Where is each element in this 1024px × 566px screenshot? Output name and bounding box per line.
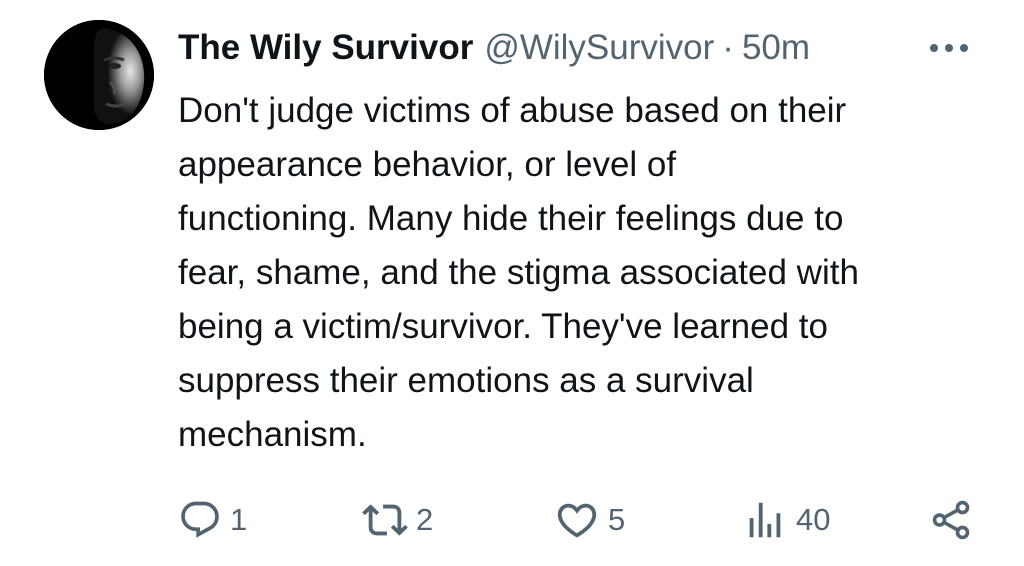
share-button[interactable] [928,492,974,548]
share-icon [928,497,974,543]
separator-dot: · [722,28,734,67]
like-button[interactable]: 5 [554,492,625,548]
reply-count: 1 [230,502,248,537]
reply-button[interactable]: 1 [178,492,247,548]
views-count: 40 [796,502,831,537]
views-bar-chart-icon [742,497,788,543]
tweet-header: The Wily Survivor @WilySurvivor · 50m [178,26,810,70]
tweet-actions: 1 2 5 40 [0,492,1024,548]
more-horizontal-icon[interactable] [926,30,972,66]
like-count: 5 [608,502,626,537]
tweet-text: Don't judge victims of abuse based on th… [178,91,859,454]
tweet-card[interactable]: The Wily Survivor @WilySurvivor · 50m Do… [0,0,1024,566]
retweet-count: 2 [416,502,434,537]
views-button[interactable]: 40 [742,492,830,548]
timestamp[interactable]: 50m [742,26,810,70]
reply-icon [178,498,222,542]
retweet-icon [362,497,408,543]
retweet-button[interactable]: 2 [362,492,433,548]
heart-icon [554,497,600,543]
avatar[interactable] [44,20,154,130]
display-name[interactable]: The Wily Survivor [178,26,473,70]
user-handle[interactable]: @WilySurvivor [484,26,714,70]
avatar-image [44,20,154,130]
